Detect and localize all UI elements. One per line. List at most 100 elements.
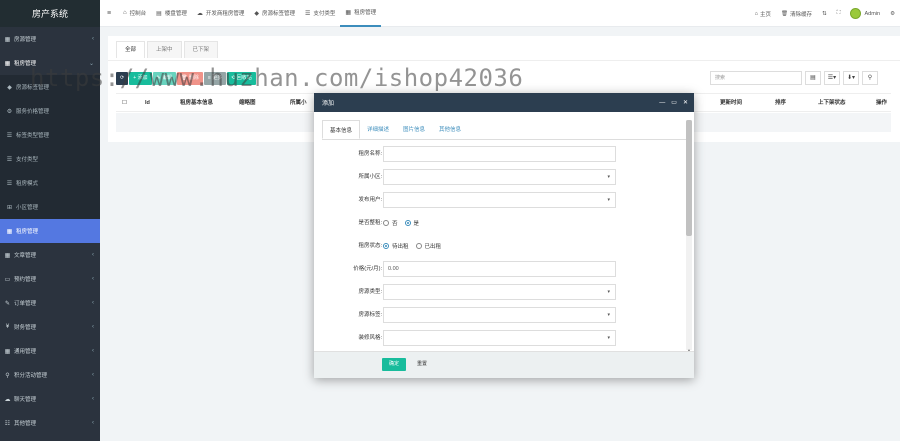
column-thumbnail[interactable]: 缩略图 [239, 94, 256, 113]
avatar [850, 8, 862, 19]
app-logo[interactable]: 房产系统 [0, 0, 100, 27]
reset-button[interactable]: 重置 [410, 358, 434, 371]
column-actions: 操作 [876, 100, 888, 106]
status-tab[interactable]: 已下架 [183, 41, 219, 58]
sidebar-item-label: 财务管理 [14, 325, 37, 331]
radio-dot[interactable] [404, 220, 411, 226]
sidebar-item[interactable]: ☰ 标签类型管理 [0, 123, 100, 147]
ok-button[interactable]: 确定 [382, 358, 406, 371]
trash-icon: 🗑 [781, 10, 788, 17]
export-icon[interactable]: ⬇▾ [843, 71, 859, 85]
top-navbar: ≡ ⌂ 控制台 ▤ 楼盘管理 ☁ 开发商租房管理 ◆ 房源标签管理 ☰ 支付类型 ▦ 租房管理 ⌂ 主页… [100, 0, 900, 27]
radio-dot[interactable] [383, 243, 389, 249]
column-sort[interactable]: 排序 [775, 94, 786, 113]
menu-icon: ¥ [5, 324, 10, 330]
settings-icon[interactable]: ⚙ [885, 11, 900, 17]
select-field[interactable]: ▾ [383, 192, 616, 208]
radio-dot[interactable] [415, 243, 422, 249]
text-field[interactable]: 0.00 [383, 261, 616, 277]
sidebar-item[interactable]: ▦ 通用管理 ‹ [0, 339, 100, 363]
sidebar-item[interactable]: ☷ 其他管理 ‹ [0, 411, 100, 435]
sidebar-item-label: 标签类型管理 [16, 133, 50, 139]
select-field[interactable]: ▾ [383, 284, 616, 300]
select-field[interactable]: ▾ [383, 330, 616, 346]
sidebar-item[interactable]: ⚙ 服务价格管理 [0, 99, 100, 123]
home-link[interactable]: ⌂ 主页 [750, 10, 776, 18]
nav-tab-label: 支付类型 [313, 11, 336, 17]
sidebar-item[interactable]: ☁ 聊天管理 ‹ [0, 387, 100, 411]
select-field[interactable]: ▾ [383, 169, 616, 185]
menu-icon: ▦ [4, 252, 11, 259]
sidebar-item-label: 文章管理 [14, 253, 37, 259]
caret-down-icon: ▾ [607, 335, 610, 341]
radio-option[interactable]: 待出租 [383, 242, 409, 250]
dialog-header[interactable]: 添加 — ▭ ✕ [314, 93, 694, 112]
dialog-scrollbar[interactable]: ▼ [686, 120, 692, 353]
chevron-icon: ‹ [92, 252, 94, 258]
column-update-time[interactable]: 更新时间 [720, 94, 742, 113]
sidebar-item[interactable]: ▭ 预约管理 ‹ [0, 267, 100, 291]
nav-tab[interactable]: ☁ 开发商租房管理 [192, 0, 250, 27]
form-row: 房源标签: ▾ [314, 307, 684, 323]
columns-icon[interactable]: ☰▾ [824, 71, 840, 85]
toggle-view-icon[interactable]: ▤ [805, 71, 821, 85]
scrollbar-thumb[interactable] [686, 120, 692, 236]
chevron-icon: ‹ [92, 276, 94, 282]
fullscreen-icon[interactable]: ⛶ [832, 10, 846, 17]
field-value: 0.00 [388, 266, 399, 272]
form-tab[interactable]: 其他信息 [432, 120, 468, 139]
sidebar-item-label: 积分活动管理 [14, 373, 48, 379]
text-field[interactable] [383, 146, 616, 162]
nav-tab[interactable]: ◆ 房源标签管理 [249, 0, 300, 27]
status-tab[interactable]: 全部 [116, 41, 146, 58]
form-tabs: 基本信息 详细描述 图片信息 其他信息 [322, 120, 686, 140]
field-label: 租房状态: [358, 243, 382, 249]
sidebar-item[interactable]: ▦ 文章管理 ‹ [0, 243, 100, 267]
form-row: 所属小区: ▾ [314, 169, 684, 185]
select-all-checkbox[interactable]: ☐ [122, 94, 127, 113]
sidebar-item[interactable]: ☰ 租房模式 [0, 171, 100, 195]
chevron-icon: ‹ [92, 324, 94, 330]
user-menu[interactable]: Admin [845, 8, 885, 19]
radio-option[interactable]: 否 [383, 219, 398, 227]
column-community[interactable]: 所属小 [290, 94, 307, 113]
column-shelf-status[interactable]: 上下架状态 [818, 94, 846, 113]
nav-tab[interactable]: ▦ 租房管理 [340, 0, 382, 27]
menu-icon: ▭ [4, 276, 11, 283]
language-icon[interactable]: ⇅ [817, 11, 832, 17]
search-input[interactable]: 搜索 [710, 71, 802, 85]
nav-tab-label: 租房管理 [354, 10, 377, 16]
radio-label: 待出租 [392, 244, 409, 250]
radio-option[interactable]: 已出租 [415, 242, 441, 250]
form-tab[interactable]: 图片信息 [396, 120, 432, 139]
sidebar-item[interactable]: ☰ 支付类型 [0, 147, 100, 171]
minimize-icon[interactable]: — [659, 100, 665, 106]
clear-cache-link[interactable]: 🗑 清除缓存 [776, 10, 817, 18]
sidebar-item[interactable]: ▦ 房源管理 ‹ [0, 27, 100, 51]
sidebar-item[interactable]: ⚲ 积分活动管理 ‹ [0, 363, 100, 387]
nav-tab-icon: ☁ [196, 10, 203, 17]
radio-dot[interactable] [383, 220, 389, 226]
sidebar-item[interactable]: ▦ 租房管理 [0, 219, 100, 243]
status-tab[interactable]: 上架中 [147, 41, 182, 58]
form-tab[interactable]: 详细描述 [360, 120, 396, 139]
column-id[interactable]: Id [145, 94, 150, 113]
maximize-icon[interactable]: ▭ [671, 99, 677, 106]
menu-toggle-icon[interactable]: ≡ [100, 10, 118, 17]
form-tab[interactable]: 基本信息 [322, 120, 361, 139]
select-field[interactable]: ▾ [383, 307, 616, 323]
nav-tab-label: 开发商租房管理 [205, 11, 245, 17]
search-icon[interactable]: ⚲ [862, 71, 878, 85]
sidebar-item-label: 其他管理 [14, 421, 37, 427]
nav-tab[interactable]: ☰ 支付类型 [300, 0, 340, 27]
close-icon[interactable]: ✕ [683, 99, 688, 106]
sidebar-item[interactable]: ✎ 订单管理 ‹ [0, 291, 100, 315]
nav-tab[interactable]: ▤ 楼盘管理 [151, 0, 192, 27]
radio-option[interactable]: 是 [404, 219, 419, 227]
column-basic-info[interactable]: 租房基本信息 [180, 94, 213, 113]
sidebar-item[interactable]: ⊞ 小区管理 [0, 195, 100, 219]
sidebar-item[interactable]: ¥ 财务管理 ‹ [0, 315, 100, 339]
home-icon: ⌂ [754, 10, 758, 17]
sidebar-item-label: 预约管理 [14, 277, 37, 283]
nav-tab[interactable]: ⌂ 控制台 [118, 0, 151, 27]
